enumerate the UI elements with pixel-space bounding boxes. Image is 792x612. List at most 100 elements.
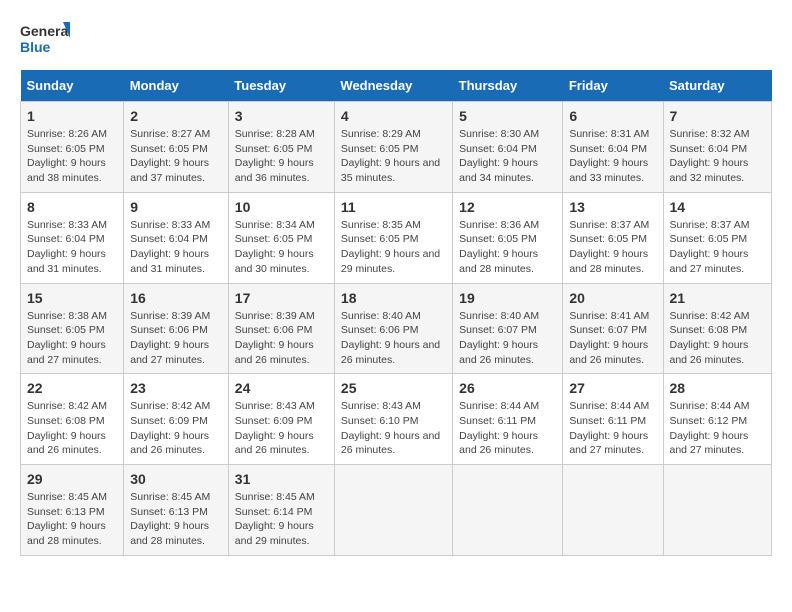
day-number: 2 <box>130 108 222 124</box>
day-number: 20 <box>569 290 656 306</box>
calendar-week-row: 1 Sunrise: 8:26 AMSunset: 6:05 PMDayligh… <box>21 102 772 193</box>
day-header-saturday: Saturday <box>663 70 772 102</box>
day-number: 3 <box>235 108 328 124</box>
day-info: Sunrise: 8:37 AMSunset: 6:05 PMDaylight:… <box>569 219 649 275</box>
calendar-day-cell: 21 Sunrise: 8:42 AMSunset: 6:08 PMDaylig… <box>663 283 772 374</box>
day-number: 25 <box>341 380 446 396</box>
day-info: Sunrise: 8:29 AMSunset: 6:05 PMDaylight:… <box>341 128 440 184</box>
calendar-week-row: 8 Sunrise: 8:33 AMSunset: 6:04 PMDayligh… <box>21 192 772 283</box>
day-info: Sunrise: 8:38 AMSunset: 6:05 PMDaylight:… <box>27 310 107 366</box>
calendar-day-cell: 8 Sunrise: 8:33 AMSunset: 6:04 PMDayligh… <box>21 192 124 283</box>
calendar-day-cell: 12 Sunrise: 8:36 AMSunset: 6:05 PMDaylig… <box>453 192 563 283</box>
day-number: 1 <box>27 108 117 124</box>
calendar-day-cell: 26 Sunrise: 8:44 AMSunset: 6:11 PMDaylig… <box>453 374 563 465</box>
day-number: 14 <box>670 199 766 215</box>
day-header-friday: Friday <box>563 70 663 102</box>
empty-cell <box>334 465 452 556</box>
calendar-week-row: 22 Sunrise: 8:42 AMSunset: 6:08 PMDaylig… <box>21 374 772 465</box>
day-info: Sunrise: 8:40 AMSunset: 6:07 PMDaylight:… <box>459 310 539 366</box>
day-number: 12 <box>459 199 556 215</box>
calendar-day-cell: 15 Sunrise: 8:38 AMSunset: 6:05 PMDaylig… <box>21 283 124 374</box>
calendar-day-cell: 6 Sunrise: 8:31 AMSunset: 6:04 PMDayligh… <box>563 102 663 193</box>
day-number: 24 <box>235 380 328 396</box>
calendar-day-cell: 31 Sunrise: 8:45 AMSunset: 6:14 PMDaylig… <box>228 465 334 556</box>
day-info: Sunrise: 8:37 AMSunset: 6:05 PMDaylight:… <box>670 219 750 275</box>
day-header-thursday: Thursday <box>453 70 563 102</box>
day-number: 27 <box>569 380 656 396</box>
day-info: Sunrise: 8:32 AMSunset: 6:04 PMDaylight:… <box>670 128 750 184</box>
calendar-day-cell: 22 Sunrise: 8:42 AMSunset: 6:08 PMDaylig… <box>21 374 124 465</box>
day-info: Sunrise: 8:44 AMSunset: 6:11 PMDaylight:… <box>569 400 649 456</box>
day-number: 17 <box>235 290 328 306</box>
day-number: 30 <box>130 471 222 487</box>
calendar-day-cell: 1 Sunrise: 8:26 AMSunset: 6:05 PMDayligh… <box>21 102 124 193</box>
day-info: Sunrise: 8:35 AMSunset: 6:05 PMDaylight:… <box>341 219 440 275</box>
empty-cell <box>663 465 772 556</box>
day-info: Sunrise: 8:39 AMSunset: 6:06 PMDaylight:… <box>235 310 315 366</box>
day-number: 18 <box>341 290 446 306</box>
day-header-tuesday: Tuesday <box>228 70 334 102</box>
day-info: Sunrise: 8:30 AMSunset: 6:04 PMDaylight:… <box>459 128 539 184</box>
day-info: Sunrise: 8:26 AMSunset: 6:05 PMDaylight:… <box>27 128 107 184</box>
calendar-week-row: 15 Sunrise: 8:38 AMSunset: 6:05 PMDaylig… <box>21 283 772 374</box>
calendar-day-cell: 10 Sunrise: 8:34 AMSunset: 6:05 PMDaylig… <box>228 192 334 283</box>
day-header-sunday: Sunday <box>21 70 124 102</box>
calendar-day-cell: 3 Sunrise: 8:28 AMSunset: 6:05 PMDayligh… <box>228 102 334 193</box>
calendar-day-cell: 11 Sunrise: 8:35 AMSunset: 6:05 PMDaylig… <box>334 192 452 283</box>
day-number: 9 <box>130 199 222 215</box>
day-info: Sunrise: 8:31 AMSunset: 6:04 PMDaylight:… <box>569 128 649 184</box>
day-info: Sunrise: 8:33 AMSunset: 6:04 PMDaylight:… <box>130 219 210 275</box>
day-info: Sunrise: 8:34 AMSunset: 6:05 PMDaylight:… <box>235 219 315 275</box>
page-header: General Blue <box>20 20 772 60</box>
logo: General Blue <box>20 20 70 60</box>
calendar-day-cell: 25 Sunrise: 8:43 AMSunset: 6:10 PMDaylig… <box>334 374 452 465</box>
day-number: 7 <box>670 108 766 124</box>
day-number: 4 <box>341 108 446 124</box>
day-number: 11 <box>341 199 446 215</box>
empty-cell <box>563 465 663 556</box>
day-header-monday: Monday <box>124 70 229 102</box>
calendar-week-row: 29 Sunrise: 8:45 AMSunset: 6:13 PMDaylig… <box>21 465 772 556</box>
calendar-day-cell: 30 Sunrise: 8:45 AMSunset: 6:13 PMDaylig… <box>124 465 229 556</box>
day-info: Sunrise: 8:33 AMSunset: 6:04 PMDaylight:… <box>27 219 107 275</box>
logo-svg: General Blue <box>20 20 70 60</box>
day-info: Sunrise: 8:44 AMSunset: 6:12 PMDaylight:… <box>670 400 750 456</box>
day-number: 6 <box>569 108 656 124</box>
day-number: 26 <box>459 380 556 396</box>
calendar-day-cell: 23 Sunrise: 8:42 AMSunset: 6:09 PMDaylig… <box>124 374 229 465</box>
calendar-day-cell: 18 Sunrise: 8:40 AMSunset: 6:06 PMDaylig… <box>334 283 452 374</box>
calendar-table: SundayMondayTuesdayWednesdayThursdayFrid… <box>20 70 772 556</box>
day-info: Sunrise: 8:45 AMSunset: 6:13 PMDaylight:… <box>27 491 107 547</box>
calendar-day-cell: 19 Sunrise: 8:40 AMSunset: 6:07 PMDaylig… <box>453 283 563 374</box>
day-info: Sunrise: 8:40 AMSunset: 6:06 PMDaylight:… <box>341 310 440 366</box>
svg-text:General: General <box>20 23 70 39</box>
day-number: 21 <box>670 290 766 306</box>
day-info: Sunrise: 8:42 AMSunset: 6:08 PMDaylight:… <box>27 400 107 456</box>
day-info: Sunrise: 8:45 AMSunset: 6:14 PMDaylight:… <box>235 491 315 547</box>
day-number: 15 <box>27 290 117 306</box>
day-info: Sunrise: 8:42 AMSunset: 6:08 PMDaylight:… <box>670 310 750 366</box>
day-number: 29 <box>27 471 117 487</box>
calendar-day-cell: 5 Sunrise: 8:30 AMSunset: 6:04 PMDayligh… <box>453 102 563 193</box>
day-number: 13 <box>569 199 656 215</box>
calendar-day-cell: 7 Sunrise: 8:32 AMSunset: 6:04 PMDayligh… <box>663 102 772 193</box>
day-info: Sunrise: 8:45 AMSunset: 6:13 PMDaylight:… <box>130 491 210 547</box>
calendar-day-cell: 2 Sunrise: 8:27 AMSunset: 6:05 PMDayligh… <box>124 102 229 193</box>
day-number: 19 <box>459 290 556 306</box>
calendar-day-cell: 13 Sunrise: 8:37 AMSunset: 6:05 PMDaylig… <box>563 192 663 283</box>
day-info: Sunrise: 8:28 AMSunset: 6:05 PMDaylight:… <box>235 128 315 184</box>
empty-cell <box>453 465 563 556</box>
day-number: 23 <box>130 380 222 396</box>
day-info: Sunrise: 8:41 AMSunset: 6:07 PMDaylight:… <box>569 310 649 366</box>
day-info: Sunrise: 8:43 AMSunset: 6:10 PMDaylight:… <box>341 400 440 456</box>
day-header-wednesday: Wednesday <box>334 70 452 102</box>
day-number: 10 <box>235 199 328 215</box>
day-number: 28 <box>670 380 766 396</box>
calendar-day-cell: 20 Sunrise: 8:41 AMSunset: 6:07 PMDaylig… <box>563 283 663 374</box>
day-info: Sunrise: 8:42 AMSunset: 6:09 PMDaylight:… <box>130 400 210 456</box>
calendar-day-cell: 27 Sunrise: 8:44 AMSunset: 6:11 PMDaylig… <box>563 374 663 465</box>
calendar-day-cell: 4 Sunrise: 8:29 AMSunset: 6:05 PMDayligh… <box>334 102 452 193</box>
day-info: Sunrise: 8:36 AMSunset: 6:05 PMDaylight:… <box>459 219 539 275</box>
day-number: 31 <box>235 471 328 487</box>
day-number: 22 <box>27 380 117 396</box>
